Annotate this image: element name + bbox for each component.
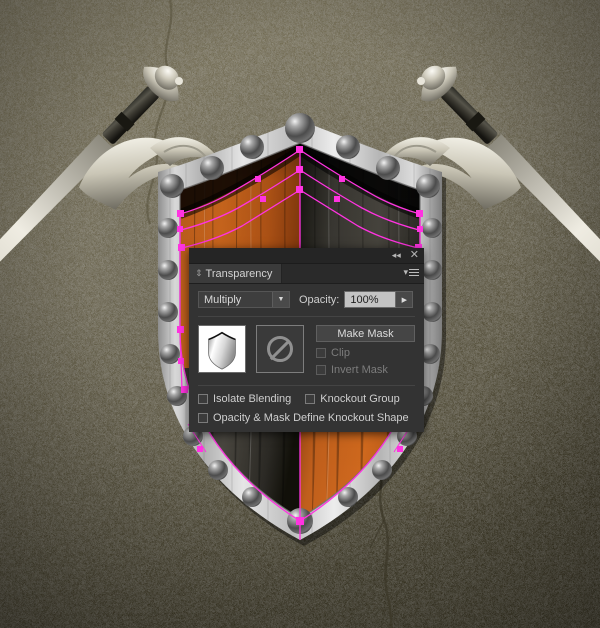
- panel-menu-icon[interactable]: ▾: [403, 267, 419, 278]
- knockout-group-checkbox[interactable]: [305, 394, 316, 404]
- no-mask-icon: [267, 336, 293, 362]
- clip-label: Clip: [331, 347, 350, 359]
- divider-bottom: [198, 385, 415, 386]
- no-mask-thumbnail[interactable]: [256, 325, 304, 373]
- opacity-label: Opacity:: [299, 293, 340, 306]
- isolate-blending-label: Isolate Blending: [213, 393, 292, 405]
- collapse-double-arrow-left-icon[interactable]: ◂◂: [392, 251, 401, 260]
- tab-transparency[interactable]: ⇕ Transparency: [189, 264, 283, 283]
- isolate-blending-row[interactable]: Isolate Blending: [198, 393, 291, 405]
- panel-menu-lines: [409, 267, 419, 278]
- isolate-blending-checkbox[interactable]: [198, 394, 208, 404]
- make-mask-button[interactable]: Make Mask: [316, 325, 415, 342]
- panel-menu-caret: ▾: [403, 267, 408, 277]
- panel-tab-row: ⇕ Transparency ▾: [189, 264, 424, 284]
- opacity-stepper[interactable]: ▶: [396, 291, 414, 308]
- chevron-down-icon[interactable]: ▼: [272, 292, 289, 307]
- panel-titlebar[interactable]: ◂◂ ✕: [189, 248, 424, 264]
- shield-object-thumbnail[interactable]: [198, 325, 246, 373]
- invert-mask-checkbox[interactable]: [316, 365, 326, 375]
- thumbnail-group: [198, 325, 304, 373]
- knockout-group-label: Knockout Group: [320, 393, 400, 405]
- invert-mask-checkbox-row[interactable]: Invert Mask: [316, 364, 415, 376]
- opacity-mask-knockout-label: Opacity & Mask Define Knockout Shape: [213, 412, 409, 424]
- tab-transparency-label: Transparency: [205, 267, 273, 280]
- screenshot-stage: ◂◂ ✕ ⇕ Transparency ▾ Multiply ▼ Opacity…: [0, 0, 600, 628]
- opacity-mask-knockout-checkbox[interactable]: [198, 413, 208, 423]
- invert-mask-label: Invert Mask: [331, 364, 388, 376]
- blend-mode-value: Multiply: [204, 293, 242, 306]
- panel-body: Multiply ▼ Opacity: 100% ▶ Make Mask Cli…: [189, 284, 424, 432]
- knockout-group-row[interactable]: Knockout Group: [305, 393, 400, 405]
- blending-options-row: Isolate Blending Knockout Group: [198, 393, 415, 405]
- blend-mode-row: Multiply ▼ Opacity: 100% ▶: [198, 291, 415, 308]
- knockout-shape-row: Opacity & Mask Define Knockout Shape: [198, 412, 415, 424]
- mask-actions: Make Mask Clip Invert Mask: [316, 325, 415, 376]
- clip-checkbox[interactable]: [316, 348, 326, 358]
- opacity-mask-knockout-row[interactable]: Opacity & Mask Define Knockout Shape: [198, 412, 409, 424]
- opacity-input[interactable]: 100%: [344, 291, 397, 308]
- clip-checkbox-row[interactable]: Clip: [316, 347, 415, 359]
- blend-mode-select[interactable]: Multiply ▼: [198, 291, 290, 308]
- mask-row: Make Mask Clip Invert Mask: [198, 325, 415, 376]
- close-icon[interactable]: ✕: [410, 250, 419, 261]
- panel-grip-icon: ⇕: [195, 268, 202, 278]
- shield-thumbnail-icon: [199, 326, 245, 372]
- divider-top: [198, 316, 415, 317]
- transparency-panel[interactable]: ◂◂ ✕ ⇕ Transparency ▾ Multiply ▼ Opacity…: [189, 248, 424, 432]
